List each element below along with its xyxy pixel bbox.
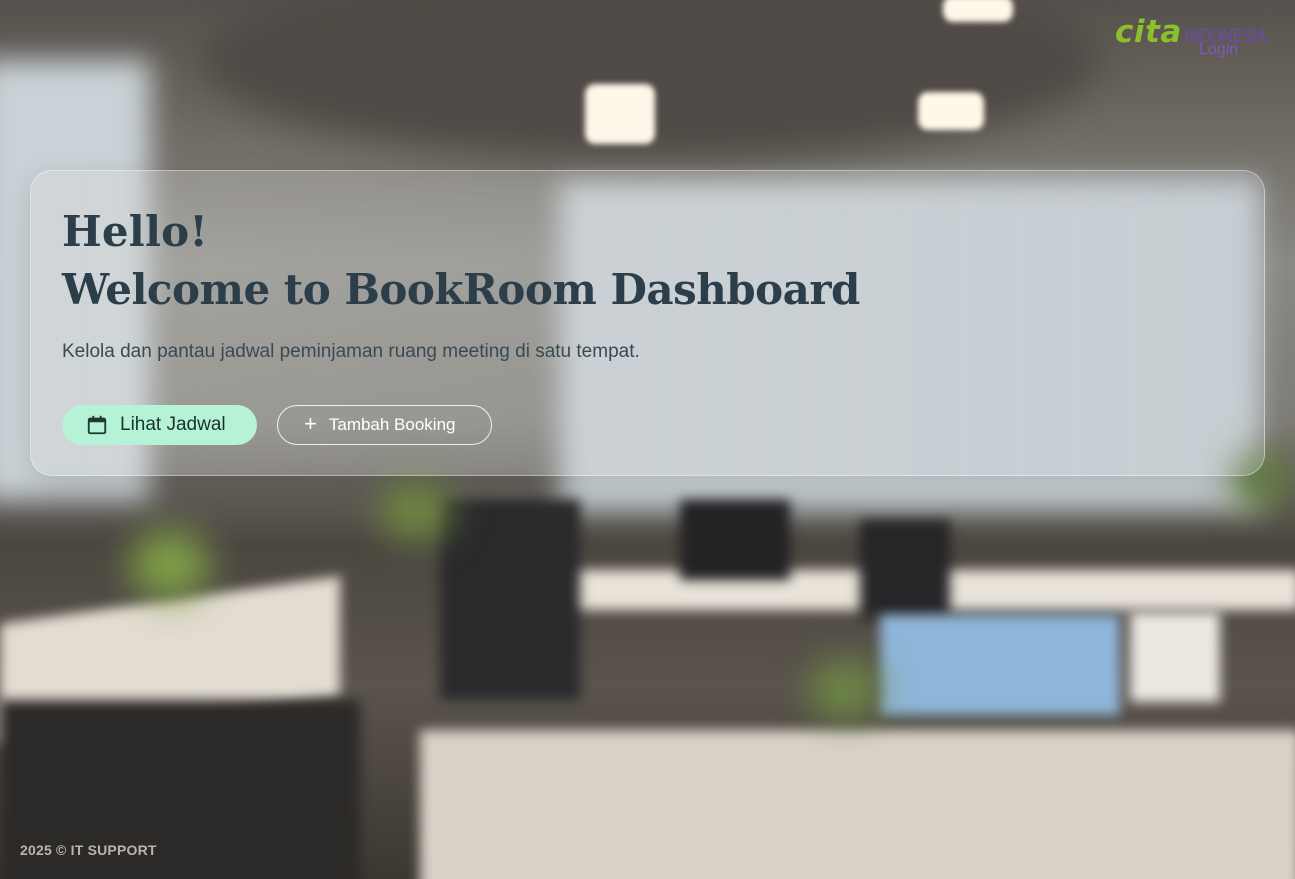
footer-copyright: 2025 © IT SUPPORT (20, 842, 157, 858)
plus-icon: + (304, 411, 317, 436)
lihat-jadwal-label: Lihat Jadwal (120, 414, 226, 435)
page-title: Welcome to BookRoom Dashboard (62, 265, 860, 314)
login-link[interactable]: Login (1199, 41, 1238, 59)
brand-logo: cita (1115, 14, 1182, 50)
hero-description: Kelola dan pantau jadwal peminjaman ruan… (62, 341, 640, 362)
lihat-jadwal-button[interactable]: Lihat Jadwal (62, 405, 257, 445)
brand-header: cita INDONESIA Login (1115, 14, 1275, 64)
hero-card: Hello! Welcome to BookRoom Dashboard Kel… (30, 170, 1265, 476)
calendar-icon (87, 415, 107, 435)
tambah-booking-label: Tambah Booking (328, 415, 456, 434)
greeting-heading: Hello! (62, 207, 208, 256)
tambah-booking-button[interactable]: + Tambah Booking (277, 405, 492, 445)
